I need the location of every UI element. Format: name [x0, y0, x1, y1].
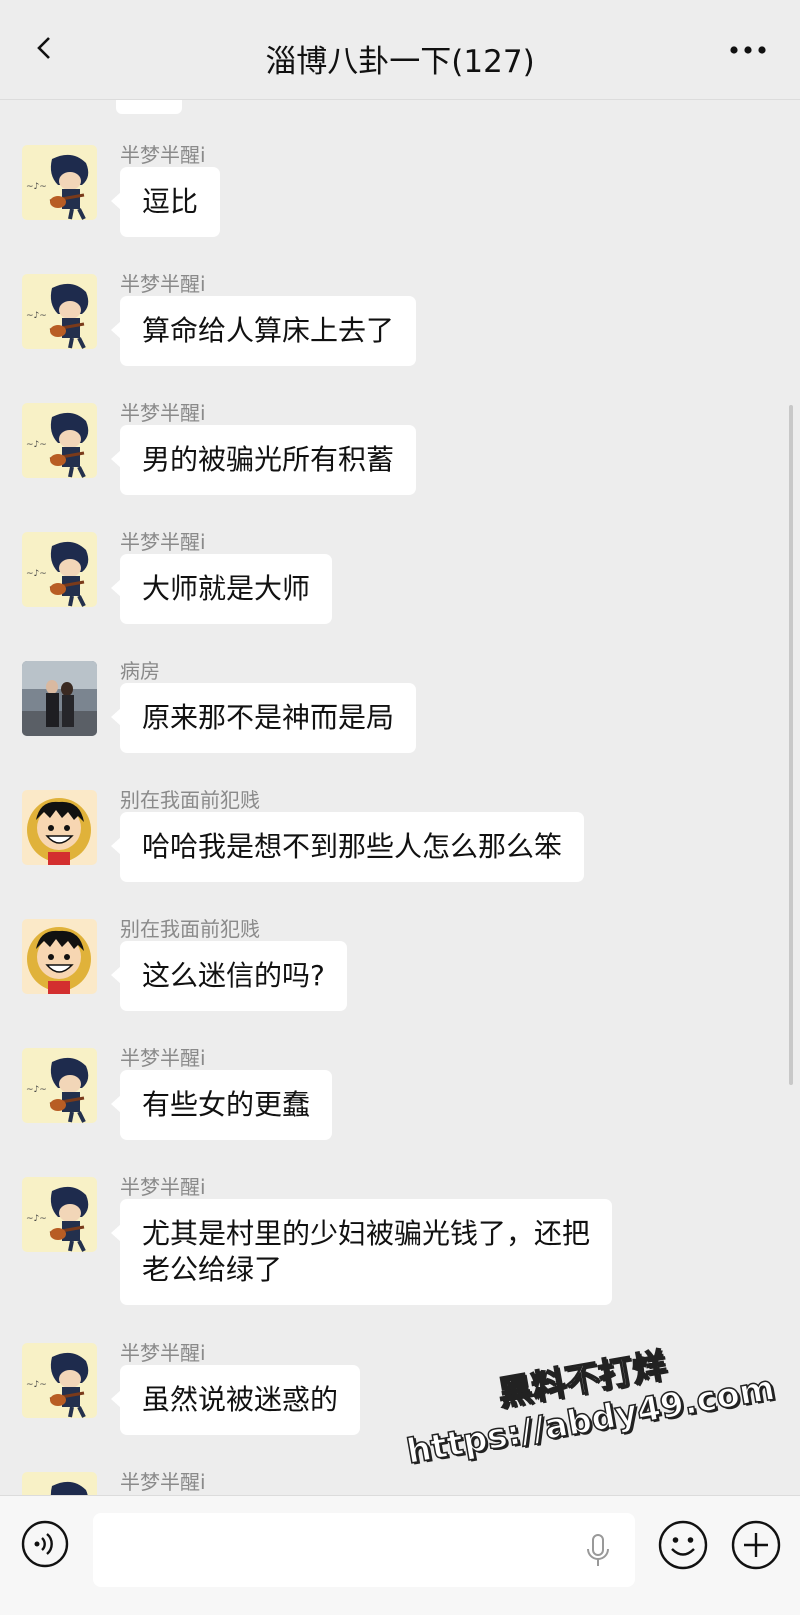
scrollbar[interactable]	[789, 405, 793, 1085]
sender-name: 半梦半醒i	[120, 272, 206, 296]
sender-name: 半梦半醒i	[120, 143, 206, 167]
svg-text:~♪~: ~♪~	[26, 440, 47, 450]
more-dots-icon[interactable]	[728, 44, 768, 56]
avatar[interactable]: ~♪~	[22, 532, 97, 607]
svg-text:~♪~: ~♪~	[26, 569, 47, 579]
svg-text:~♪~: ~♪~	[26, 311, 47, 321]
input-toolbar	[0, 1495, 800, 1615]
partial-message-bubble	[116, 100, 182, 114]
message-line: 尤其是村里的少妇被骗光钱了，还把	[142, 1217, 591, 1250]
message-bubble[interactable]: 原来那不是神而是局	[110, 683, 417, 753]
message-bubble[interactable]: 算命给人算床上去了	[110, 296, 417, 366]
avatar[interactable]: ~♪~	[22, 1343, 97, 1418]
message-input[interactable]	[93, 1513, 635, 1587]
sender-name: 别在我面前犯贱	[120, 917, 260, 941]
message-bubble[interactable]: 男的被骗光所有积蓄	[110, 425, 417, 495]
svg-text:~♪~: ~♪~	[26, 1085, 47, 1095]
chat-message-list[interactable]: ~♪~ 半梦半醒i 逗比 ~♪~ 半梦半醒i 算命给人算床上去了 ~♪~ 半梦半…	[0, 100, 800, 1495]
message-bubble[interactable]: 这么迷信的吗?	[111, 941, 347, 1011]
microphone-icon[interactable]	[585, 1533, 611, 1569]
avatar[interactable]: ~♪~	[22, 145, 97, 220]
svg-text:~♪~: ~♪~	[26, 1214, 47, 1224]
svg-text:~♪~: ~♪~	[26, 1380, 47, 1390]
avatar[interactable]	[22, 790, 97, 865]
chat-title: 淄博八卦一下(127)	[265, 44, 535, 80]
message-bubble[interactable]: 尤其是村里的少妇被骗光钱了，还把 老公给绿了	[110, 1199, 613, 1305]
avatar[interactable]	[22, 661, 97, 736]
sender-name: 半梦半醒i	[120, 530, 206, 554]
sender-name: 半梦半醒i	[120, 1470, 206, 1494]
message-bubble[interactable]: 逗比	[110, 167, 221, 237]
avatar[interactable]: ~♪~	[22, 1048, 97, 1123]
avatar[interactable]: ~♪~	[22, 274, 97, 349]
voice-icon[interactable]	[20, 1519, 70, 1569]
avatar[interactable]: ~♪~	[22, 1177, 97, 1252]
message-bubble[interactable]: 大师就是大师	[110, 554, 333, 624]
sender-name: 半梦半醒i	[120, 1341, 206, 1365]
sender-name: 半梦半醒i	[120, 401, 206, 425]
sender-name: 病房	[120, 659, 160, 683]
message-bubble[interactable]: 虽然说被迷惑的	[110, 1365, 361, 1435]
emoji-icon[interactable]	[657, 1519, 709, 1571]
avatar[interactable]: ~♪~	[22, 1472, 97, 1495]
message-bubble[interactable]: 有些女的更蠢	[110, 1070, 333, 1140]
sender-name: 半梦半醒i	[120, 1175, 206, 1199]
avatar[interactable]: ~♪~	[22, 403, 97, 478]
sender-name: 半梦半醒i	[120, 1046, 206, 1070]
chat-header: 淄博八卦一下(127)	[0, 0, 800, 100]
svg-text:~♪~: ~♪~	[26, 182, 47, 192]
message-line: 老公给绿了	[142, 1253, 283, 1286]
avatar[interactable]	[22, 919, 97, 994]
sender-name: 别在我面前犯贱	[120, 788, 260, 812]
message-bubble[interactable]: 哈哈我是想不到那些人怎么那么笨	[110, 812, 585, 882]
plus-icon[interactable]	[730, 1519, 782, 1571]
